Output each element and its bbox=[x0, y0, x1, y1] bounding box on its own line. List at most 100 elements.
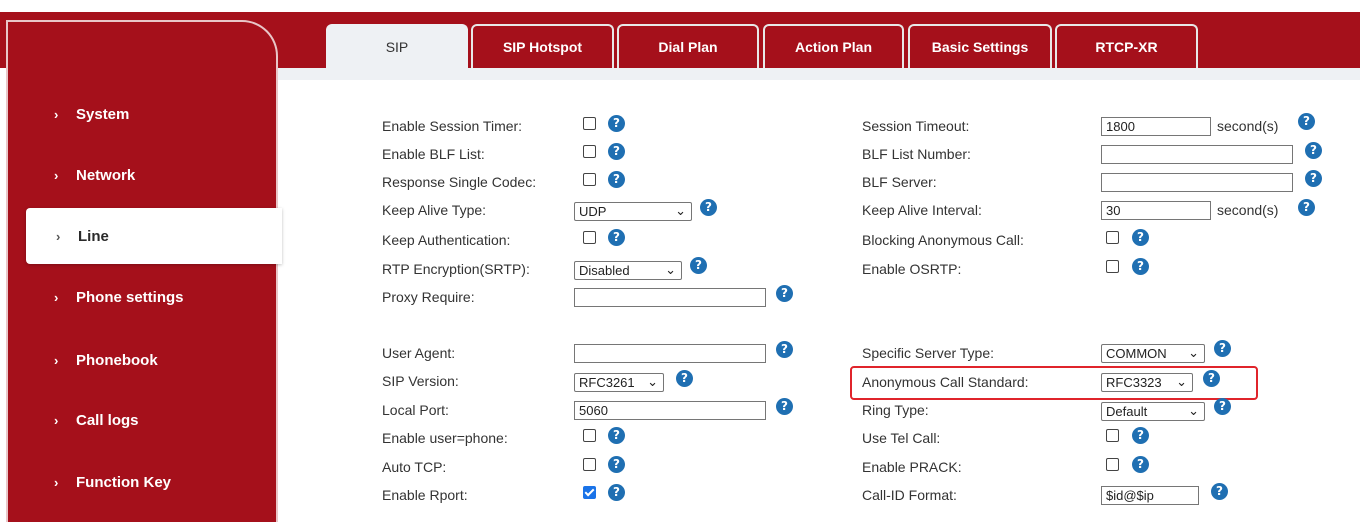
chevron-right-icon: › bbox=[54, 167, 59, 183]
tab-dial-plan[interactable]: Dial Plan bbox=[617, 24, 759, 68]
keep-alive-type-select[interactable]: UDP ⌄ bbox=[574, 202, 692, 221]
help-icon[interactable]: ? bbox=[1132, 456, 1149, 473]
help-icon[interactable]: ? bbox=[1298, 199, 1315, 216]
chevron-down-icon: ⌄ bbox=[1188, 403, 1199, 418]
help-icon[interactable]: ? bbox=[776, 285, 793, 302]
auto-tcp-label: Auto TCP: bbox=[382, 459, 447, 475]
sidebar-item-label: Phonebook bbox=[76, 351, 158, 369]
enable-osrtp-label: Enable OSRTP: bbox=[862, 261, 962, 277]
chevron-right-icon: › bbox=[54, 474, 59, 490]
keep-alive-type-label: Keep Alive Type: bbox=[382, 202, 487, 218]
help-icon[interactable]: ? bbox=[1305, 142, 1322, 159]
rtp-encryption-label: RTP Encryption(SRTP): bbox=[382, 261, 530, 277]
enable-session-timer-label: Enable Session Timer: bbox=[382, 118, 523, 134]
chevron-down-icon: ⌄ bbox=[647, 374, 658, 389]
enable-session-timer-checkbox[interactable] bbox=[583, 117, 596, 130]
help-icon[interactable]: ? bbox=[1132, 229, 1149, 246]
help-icon[interactable]: ? bbox=[608, 229, 625, 246]
ring-type-label: Ring Type: bbox=[862, 402, 929, 418]
anonymous-call-standard-select[interactable]: RFC3323 ⌄ bbox=[1101, 373, 1193, 392]
blf-server-input[interactable] bbox=[1101, 173, 1293, 192]
sidebar-item-function-key[interactable]: › Function Key bbox=[8, 460, 276, 504]
sidebar-item-label: Function Key bbox=[76, 473, 172, 491]
use-tel-call-label: Use Tel Call: bbox=[862, 430, 941, 446]
chevron-right-icon: › bbox=[54, 289, 59, 305]
sidebar-item-phone-settings[interactable]: › Phone settings bbox=[8, 275, 276, 319]
keep-alive-interval-input[interactable]: 30 bbox=[1101, 201, 1211, 220]
local-port-input[interactable]: 5060 bbox=[574, 401, 766, 420]
session-timeout-input[interactable]: 1800 bbox=[1101, 117, 1211, 136]
keep-alive-interval-unit: second(s) bbox=[1217, 202, 1279, 218]
ring-type-select[interactable]: Default ⌄ bbox=[1101, 402, 1205, 421]
enable-user-phone-checkbox[interactable] bbox=[583, 429, 596, 442]
proxy-require-input[interactable] bbox=[574, 288, 766, 307]
tab-action-plan[interactable]: Action Plan bbox=[763, 24, 904, 68]
tab-rtcp-xr[interactable]: RTCP-XR bbox=[1055, 24, 1198, 68]
sidebar-item-call-logs[interactable]: › Call logs bbox=[8, 398, 276, 442]
help-icon[interactable]: ? bbox=[1214, 398, 1231, 415]
blocking-anonymous-call-checkbox[interactable] bbox=[1106, 231, 1119, 244]
enable-prack-label: Enable PRACK: bbox=[862, 459, 962, 475]
call-id-format-input[interactable]: $id@$ip bbox=[1101, 486, 1199, 505]
help-icon[interactable]: ? bbox=[676, 370, 693, 387]
help-icon[interactable]: ? bbox=[776, 341, 793, 358]
keep-alive-type-value: UDP bbox=[579, 204, 607, 219]
help-icon[interactable]: ? bbox=[608, 115, 625, 132]
rtp-encryption-value: Disabled bbox=[579, 263, 630, 278]
help-icon[interactable]: ? bbox=[608, 484, 625, 501]
sip-version-select[interactable]: RFC3261 ⌄ bbox=[574, 373, 664, 392]
tab-strip bbox=[278, 68, 1360, 80]
user-agent-input[interactable] bbox=[574, 344, 766, 363]
help-icon[interactable]: ? bbox=[1203, 370, 1220, 387]
proxy-require-label: Proxy Require: bbox=[382, 289, 475, 305]
help-icon[interactable]: ? bbox=[1132, 427, 1149, 444]
specific-server-type-label: Specific Server Type: bbox=[862, 345, 995, 361]
response-single-codec-checkbox[interactable] bbox=[583, 173, 596, 186]
anonymous-call-standard-value: RFC3323 bbox=[1106, 375, 1162, 390]
specific-server-type-select[interactable]: COMMON ⌄ bbox=[1101, 344, 1205, 363]
local-port-label: Local Port: bbox=[382, 402, 449, 418]
help-icon[interactable]: ? bbox=[1305, 170, 1322, 187]
keep-alive-interval-label: Keep Alive Interval: bbox=[862, 202, 982, 218]
sidebar-item-network[interactable]: › Network bbox=[8, 153, 276, 197]
chevron-right-icon: › bbox=[54, 352, 59, 368]
session-timeout-unit: second(s) bbox=[1217, 118, 1279, 134]
chevron-down-icon: ⌄ bbox=[1188, 345, 1199, 360]
help-icon[interactable]: ? bbox=[1298, 113, 1315, 130]
blf-list-number-input[interactable] bbox=[1101, 145, 1293, 164]
help-icon[interactable]: ? bbox=[1214, 340, 1231, 357]
auto-tcp-checkbox[interactable] bbox=[583, 458, 596, 471]
sidebar-item-phonebook[interactable]: › Phonebook bbox=[8, 338, 276, 382]
help-icon[interactable]: ? bbox=[608, 171, 625, 188]
rtp-encryption-select[interactable]: Disabled ⌄ bbox=[574, 261, 682, 280]
help-icon[interactable]: ? bbox=[1211, 483, 1228, 500]
keep-authentication-label: Keep Authentication: bbox=[382, 232, 511, 248]
enable-rport-checkbox[interactable] bbox=[583, 486, 596, 499]
help-icon[interactable]: ? bbox=[608, 143, 625, 160]
sidebar-item-label: Call logs bbox=[76, 411, 139, 429]
help-icon[interactable]: ? bbox=[608, 427, 625, 444]
keep-authentication-checkbox[interactable] bbox=[583, 231, 596, 244]
help-icon[interactable]: ? bbox=[608, 456, 625, 473]
help-icon[interactable]: ? bbox=[690, 257, 707, 274]
help-icon[interactable]: ? bbox=[776, 398, 793, 415]
specific-server-type-value: COMMON bbox=[1106, 346, 1167, 361]
chevron-right-icon: › bbox=[54, 412, 59, 428]
use-tel-call-checkbox[interactable] bbox=[1106, 429, 1119, 442]
sidebar-item-line[interactable]: › Line bbox=[26, 208, 282, 264]
call-id-format-label: Call-ID Format: bbox=[862, 487, 957, 503]
sidebar-item-system[interactable]: › System bbox=[8, 92, 276, 136]
help-icon[interactable]: ? bbox=[1132, 258, 1149, 275]
enable-prack-checkbox[interactable] bbox=[1106, 458, 1119, 471]
help-icon[interactable]: ? bbox=[700, 199, 717, 216]
chevron-down-icon: ⌄ bbox=[665, 262, 676, 277]
chevron-down-icon: ⌄ bbox=[1176, 374, 1187, 389]
tab-sip-hotspot[interactable]: SIP Hotspot bbox=[471, 24, 614, 68]
enable-osrtp-checkbox[interactable] bbox=[1106, 260, 1119, 273]
response-single-codec-label: Response Single Codec: bbox=[382, 174, 537, 190]
tab-sip[interactable]: SIP bbox=[326, 24, 468, 68]
tab-basic-settings[interactable]: Basic Settings bbox=[908, 24, 1052, 68]
session-timeout-label: Session Timeout: bbox=[862, 118, 970, 134]
user-agent-label: User Agent: bbox=[382, 345, 456, 361]
enable-blf-list-checkbox[interactable] bbox=[583, 145, 596, 158]
